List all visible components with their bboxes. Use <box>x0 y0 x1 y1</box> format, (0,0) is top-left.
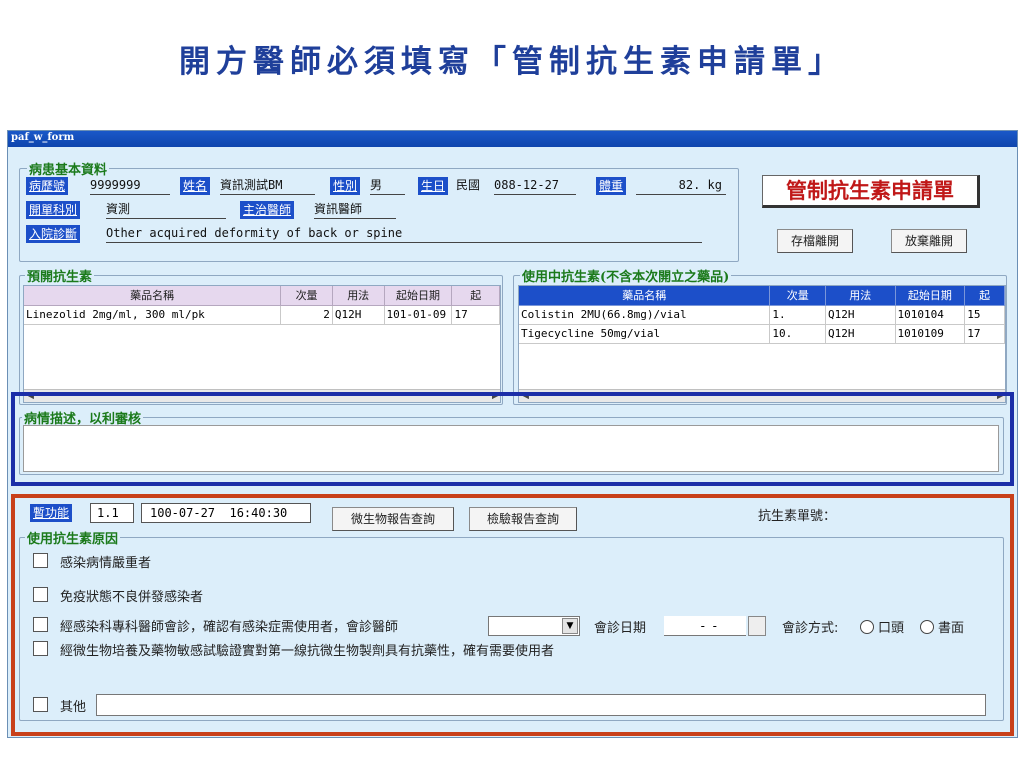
table-cell[interactable]: 17 <box>451 305 500 325</box>
patient-info-title: 病患基本資料 <box>27 159 110 178</box>
slide-title: 開方醫師必須填寫「管制抗生素申請單」 <box>179 44 845 80</box>
current-col-header[interactable]: 用法 <box>825 286 896 306</box>
table-cell[interactable]: 101-01-09 <box>384 305 453 325</box>
weight-label: 體重 <box>596 177 627 195</box>
table-cell[interactable]: 10. <box>769 324 827 344</box>
window-title: paf_w_form <box>8 131 1017 147</box>
application-window: paf_w_form 病患基本資料 病歷號 9999999 姓名 資訊測試BM … <box>7 130 1018 738</box>
prescribe-table[interactable]: 藥品名稱 次量 用法 起始日期 起 Linezolid 2mg/ml, 300 … <box>23 285 501 403</box>
current-col-header[interactable]: 起始日期 <box>895 286 966 306</box>
form-title-box: 管制抗生素申請單 <box>762 175 980 208</box>
doctor-field[interactable]: 資訊醫師 <box>314 201 396 219</box>
doctor-label: 主治醫師 <box>240 201 295 219</box>
dept-label: 開單科別 <box>26 201 81 219</box>
sex-field[interactable]: 男 <box>370 177 405 195</box>
table-cell[interactable]: Tigecycline 50mg/vial <box>519 324 771 344</box>
prescribe-title: 預開抗生素 <box>25 266 95 285</box>
birth-label: 生日 <box>418 177 449 195</box>
name-label: 姓名 <box>180 177 211 195</box>
current-col-header[interactable]: 次量 <box>769 286 827 306</box>
table-cell[interactable]: 2 <box>280 305 333 325</box>
diag-label: 入院診斷 <box>26 225 81 243</box>
prescribe-col-header[interactable]: 次量 <box>280 286 333 306</box>
form-title: 管制抗生素申請單 <box>786 178 954 203</box>
dept-field[interactable]: 資測 <box>106 201 226 219</box>
table-cell[interactable]: Linezolid 2mg/ml, 300 ml/pk <box>24 305 282 325</box>
save-exit-button[interactable]: 存檔離開 <box>777 229 853 253</box>
table-cell[interactable]: Colistin 2MU(66.8mg)/vial <box>519 305 771 325</box>
table-cell[interactable]: 1010109 <box>895 324 966 344</box>
table-row[interactable]: Colistin 2MU(66.8mg)/vial 1. Q12H 101010… <box>519 305 1005 325</box>
table-cell[interactable]: 1. <box>769 305 827 325</box>
table-cell[interactable]: 17 <box>964 324 1005 344</box>
highlight-description <box>11 392 1014 486</box>
table-cell[interactable]: Q12H <box>825 324 896 344</box>
weight-field[interactable]: 82. kg <box>636 177 726 195</box>
prescribe-col-header[interactable]: 起 <box>451 286 500 306</box>
prescribe-col-header[interactable]: 用法 <box>332 286 385 306</box>
current-col-header[interactable]: 藥品名稱 <box>519 286 771 306</box>
name-field[interactable]: 資訊測試BM <box>220 177 315 195</box>
table-cell[interactable]: 15 <box>964 305 1005 325</box>
table-row[interactable]: Tigecycline 50mg/vial 10. Q12H 1010109 1… <box>519 324 1005 344</box>
prescribe-col-header[interactable]: 藥品名稱 <box>24 286 282 306</box>
birth-field[interactable]: 088-12-27 <box>494 177 576 195</box>
birth-prefix: 民國 <box>456 178 481 192</box>
current-title: 使用中抗生素(不含本次開立之藥品) <box>520 266 732 285</box>
table-row[interactable]: Linezolid 2mg/ml, 300 ml/pk 2 Q12H 101-0… <box>24 305 500 325</box>
table-cell[interactable]: Q12H <box>825 305 896 325</box>
chart-no-label: 病歷號 <box>26 177 69 195</box>
discard-exit-button[interactable]: 放棄離開 <box>891 229 967 253</box>
table-cell[interactable]: 1010104 <box>895 305 966 325</box>
sex-label: 性別 <box>330 177 361 195</box>
current-col-header[interactable]: 起 <box>964 286 1005 306</box>
prescribe-col-header[interactable]: 起始日期 <box>384 286 453 306</box>
table-cell[interactable]: Q12H <box>332 305 385 325</box>
highlight-bottom-section <box>11 494 1014 736</box>
current-table[interactable]: 藥品名稱 次量 用法 起始日期 起 Colistin 2MU(66.8mg)/v… <box>518 285 1006 403</box>
diag-field[interactable]: Other acquired deformity of back or spin… <box>106 225 702 243</box>
chart-no-field[interactable]: 9999999 <box>90 177 170 195</box>
